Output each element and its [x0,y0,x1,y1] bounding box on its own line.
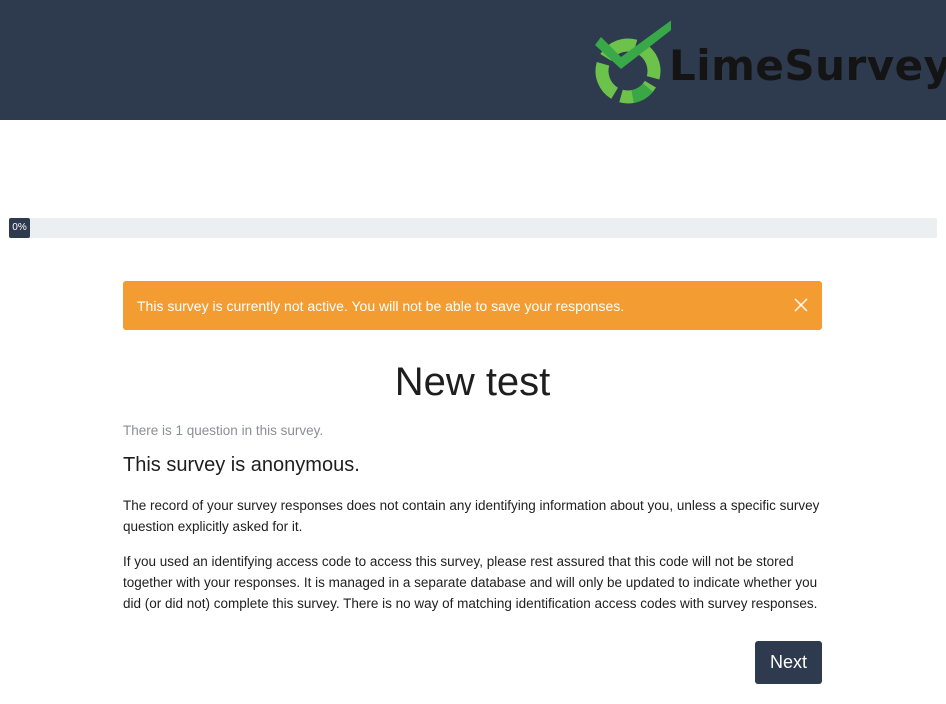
progress-fill: 0% [9,218,30,238]
inactive-survey-alert: This survey is currently not active. You… [123,281,822,330]
limesurvey-logo[interactable]: LimeSurvey [591,17,946,109]
next-button[interactable]: Next [755,641,822,684]
privacy-paragraph-1: The record of your survey responses does… [123,498,820,534]
progress-label: 0% [12,222,27,233]
anonymous-heading: This survey is anonymous. [123,454,360,476]
header-bar: LimeSurvey [0,0,946,120]
progress-bar: 0% [9,218,937,238]
question-count: There is 1 question in this survey. [123,423,324,438]
privacy-paragraph-2: If you used an identifying access code t… [123,554,818,611]
survey-title: New test [394,360,551,404]
alert-message: This survey is currently not active. You… [137,298,625,314]
close-icon[interactable] [793,297,809,313]
limesurvey-logo-icon [595,20,671,104]
logo-text: LimeSurvey [669,41,946,90]
